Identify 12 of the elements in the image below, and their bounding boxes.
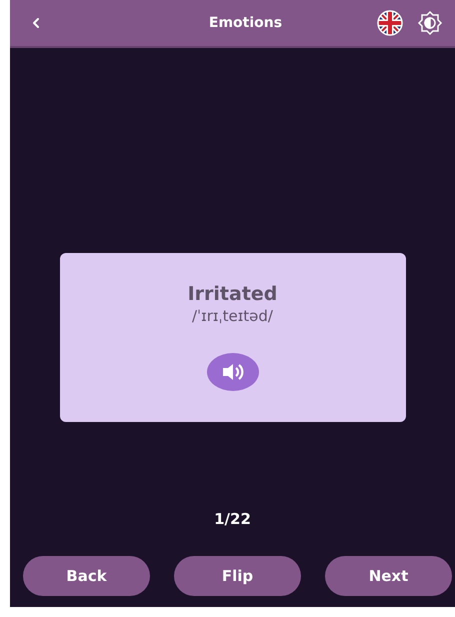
card-counter: 1/22	[214, 510, 251, 528]
uk-flag-icon[interactable]	[377, 10, 403, 36]
nav-button[interactable]: Next	[325, 556, 452, 596]
nav-button[interactable]: Flip	[174, 556, 301, 596]
card-word: Irritated	[188, 283, 278, 305]
speaker-icon	[220, 362, 244, 382]
phonetic-text: /ˈɪrɪˌteɪtəd/	[192, 307, 273, 325]
flashcard[interactable]: Irritated /ˈɪrɪˌteɪtəd/	[60, 253, 406, 422]
nav-button[interactable]: Back	[23, 556, 150, 596]
speaker-button[interactable]	[206, 353, 258, 391]
theme-icon[interactable]	[417, 10, 443, 36]
screen-title: Emotions	[208, 15, 284, 31]
